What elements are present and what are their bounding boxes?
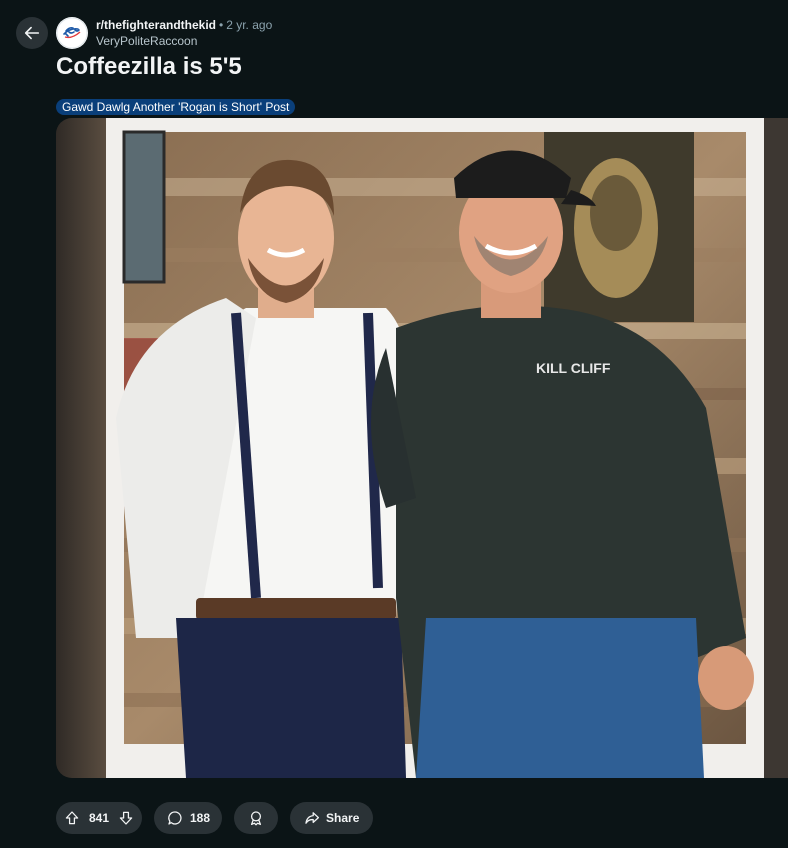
share-button[interactable]: Share [290, 802, 374, 834]
vote-bar: 841 [56, 802, 142, 834]
award-button[interactable] [234, 802, 279, 834]
post-flair[interactable]: Gawd Dawlg Another 'Rogan is Short' Post [56, 99, 296, 115]
arrow-down-icon [119, 811, 133, 825]
vote-count: 841 [88, 811, 110, 825]
post-title: Coffeezilla is 5'5 [56, 53, 242, 80]
photo-illustration: KILL CLIFF [56, 118, 788, 778]
downvote-button[interactable] [116, 808, 136, 828]
subreddit-link[interactable]: r/thefighterandthekid [96, 18, 216, 32]
back-button[interactable] [16, 17, 48, 49]
share-label: Share [326, 811, 360, 825]
award-ribbon-icon [250, 811, 262, 826]
upvote-button[interactable] [62, 808, 82, 828]
post-actions: 841 188 Share [56, 802, 374, 834]
shirt-logo-text: KILL CLIFF [536, 360, 611, 376]
dodgers-logo-icon [56, 17, 88, 49]
meta-separator: • [219, 18, 224, 32]
arrow-left-icon [24, 26, 40, 40]
comment-count: 188 [190, 811, 211, 825]
author-link[interactable]: VeryPoliteRaccoon [96, 34, 272, 49]
post-image[interactable]: KILL CLIFF [56, 118, 788, 778]
post-age: 2 yr. ago [226, 18, 273, 32]
comments-button[interactable]: 188 [154, 802, 223, 834]
post-meta: r/thefighterandthekid • 2 yr. ago VeryPoli… [96, 18, 272, 49]
arrow-up-icon [65, 811, 79, 825]
subreddit-avatar[interactable] [56, 17, 88, 49]
speech-bubble-icon [168, 811, 182, 825]
share-arrow-icon [305, 812, 320, 824]
